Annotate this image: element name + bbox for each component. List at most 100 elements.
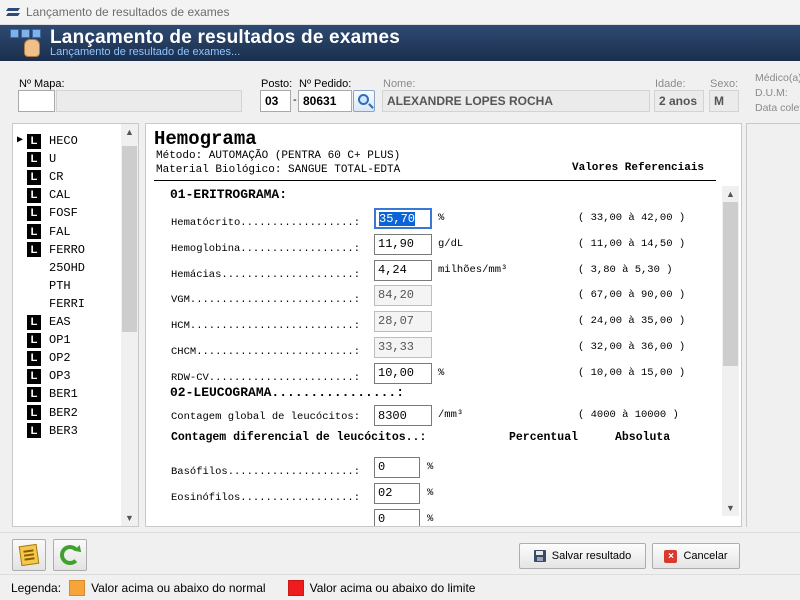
diff-unit: % (427, 461, 434, 473)
eritro-reference: ( 32,00 à 36,00 ) (578, 341, 686, 353)
released-badge: L (27, 314, 41, 330)
cancel-icon: × (664, 549, 678, 563)
leuco-global-input[interactable] (374, 405, 432, 426)
nome-label: Nome: (383, 78, 416, 90)
window-titlebar: Lançamento de resultados de exames (0, 0, 800, 25)
released-badge: L (27, 205, 41, 221)
window-title: Lançamento de resultados de exames (26, 5, 230, 19)
exam-list-item[interactable]: L FERRO (17, 241, 121, 259)
eritro-label: HCM..........................: (171, 320, 361, 333)
diff-label: Eosinófilos..................: (171, 492, 361, 504)
diff-percent-input[interactable]: 02 (374, 483, 420, 504)
scroll-down-icon[interactable]: ▼ (722, 500, 739, 516)
cancel-label: Cancelar (683, 550, 728, 562)
posto-label: Posto: (261, 78, 293, 90)
search-pedido-button[interactable] (353, 90, 375, 112)
diff-percent-input[interactable]: 0 (374, 509, 420, 526)
result-scroll-thumb[interactable] (723, 202, 738, 366)
eritro-value: 84,20 (378, 288, 415, 303)
eritro-label: Hemoglobina..................: (171, 242, 361, 255)
released-badge: L (27, 133, 41, 149)
mapa-description-field (56, 90, 242, 112)
posto-input[interactable] (260, 90, 291, 112)
released-badge: L (27, 350, 41, 366)
eritro-label: RDW-CV.......................: (171, 371, 361, 384)
exam-list-item[interactable]: L BER1 (17, 385, 121, 403)
exam-list-item[interactable]: L CAL (17, 186, 121, 204)
exam-code: CAL (49, 188, 71, 203)
exam-list-scroll-thumb[interactable] (122, 146, 137, 332)
lab-hand-icon (10, 29, 44, 57)
exam-list-item[interactable]: L BER2 (17, 404, 121, 422)
legend-bar: Legenda: Valor acima ou abaixo do normal… (0, 574, 800, 600)
mapa-input[interactable] (18, 90, 55, 112)
exam-list-item[interactable]: PTH (17, 277, 121, 295)
exam-list-item[interactable]: L OP1 (17, 331, 121, 349)
exam-code: OP2 (49, 351, 71, 366)
exam-code: PTH (49, 278, 71, 293)
save-icon (533, 550, 546, 562)
exam-list-item[interactable]: L FOSF (17, 204, 121, 222)
exam-list-item[interactable]: LU (17, 150, 121, 168)
eritro-value: 35,70 (379, 212, 416, 226)
scroll-up-icon[interactable]: ▲ (722, 186, 739, 202)
current-row-arrow-icon: ▶ (17, 135, 24, 146)
diff-value: 0 (378, 512, 386, 526)
eritro-reference: ( 33,00 à 42,00 ) (578, 212, 686, 224)
diff-unit: % (427, 513, 434, 525)
exam-list-item[interactable]: L OP2 (17, 349, 121, 367)
exam-code: FAL (49, 224, 71, 239)
eritro-value-input[interactable]: 4,24 (374, 259, 432, 281)
eritro-value-input: 84,20 (374, 285, 432, 307)
diff-percent-input[interactable]: 0 (374, 457, 420, 478)
exam-list-item[interactable]: L FAL (17, 223, 121, 241)
eritro-reference: ( 24,00 à 35,00 ) (578, 315, 686, 328)
exam-list-item[interactable]: L EAS (17, 313, 121, 331)
scroll-down-icon[interactable]: ▼ (121, 510, 138, 526)
notes-icon (18, 543, 40, 567)
banner-subtitle: Lançamento de resultado de exames... (50, 46, 241, 58)
posto-pedido-separator: - (293, 94, 297, 106)
released-badge: L (27, 368, 41, 384)
result-panel: Hemograma Método: AUTOMAÇÃO (PENTRA 60 C… (145, 123, 742, 527)
exam-code: FERRI (49, 296, 86, 311)
eritro-value-input[interactable]: 11,90 (374, 233, 432, 255)
diff-value: 02 (378, 486, 393, 500)
legend-swatch-normal (69, 579, 86, 596)
notes-button[interactable] (12, 539, 46, 571)
exam-code: 25OHD (49, 260, 86, 275)
released-badge: L (27, 224, 41, 239)
exam-list-item[interactable]: L CR (17, 168, 121, 186)
released-badge: L (27, 405, 41, 420)
diff-label: Basófilos....................: (171, 466, 361, 478)
exam-list[interactable]: ▶ L HECO L U L CR L CAL L FOSF L FAL L FERRO 25OHD PTH FE… (12, 123, 139, 527)
exam-list-item[interactable]: ▶ L HECO (17, 132, 121, 150)
eritro-reference: ( 10,00 à 15,00 ) (578, 366, 686, 379)
exam-list-item[interactable]: FERRI (17, 295, 121, 313)
reference-values-header: Valores Referenciais (572, 162, 705, 174)
exam-list-scrollbar[interactable]: ▲ ▼ (121, 124, 138, 526)
save-result-button[interactable]: Salvar resultado (519, 543, 646, 569)
released-badge: L (27, 187, 41, 203)
exam-list-item[interactable]: L OP3 (17, 367, 121, 385)
eritro-value: 11,90 (378, 236, 415, 251)
medico-label: Médico(a) (755, 72, 800, 84)
bottom-toolbar: Salvar resultado × Cancelar (0, 532, 800, 574)
eritro-unit: % (438, 366, 445, 379)
eritro-value: 10,00 (378, 365, 415, 380)
eritro-value-input[interactable]: 35,70 (374, 208, 432, 229)
patient-age-field (654, 90, 704, 112)
eritro-value-input[interactable]: 10,00 (374, 362, 432, 384)
eritro-reference: ( 11,00 à 14,50 ) (578, 237, 686, 250)
scroll-up-icon[interactable]: ▲ (121, 124, 138, 140)
exam-list-item[interactable]: 25OHD (17, 259, 121, 277)
eritro-reference: ( 3,80 à 5,30 ) (578, 263, 673, 276)
exam-code: BER3 (49, 423, 78, 438)
cancel-button[interactable]: × Cancelar (652, 543, 740, 569)
released-badge: L (27, 332, 41, 348)
eritro-unit: milhões/mm³ (438, 263, 508, 276)
pedido-input[interactable] (298, 90, 352, 112)
result-panel-scrollbar[interactable]: ▲ ▼ (722, 186, 739, 516)
exam-list-item[interactable]: L BER3 (17, 422, 121, 440)
refresh-button[interactable] (53, 539, 87, 571)
